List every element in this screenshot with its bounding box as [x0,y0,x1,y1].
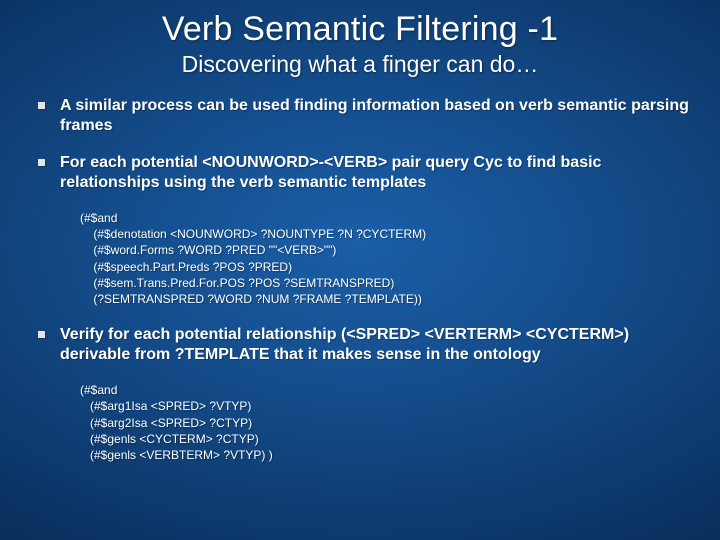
bullet-list: A similar process can be used finding in… [30,96,690,192]
slide-subtitle: Discovering what a finger can do… [20,51,700,78]
slide: Verb Semantic Filtering -1 Discovering w… [0,0,720,540]
bullet-item: For each potential <NOUNWORD>-<VERB> pai… [30,153,690,192]
bullet-item: A similar process can be used finding in… [30,96,690,135]
bullet-item: Verify for each potential relationship (… [30,325,690,364]
slide-title: Verb Semantic Filtering -1 [20,10,700,49]
slide-body: A similar process can be used finding in… [20,96,700,463]
code-block: (#$and (#$arg1Isa <SPRED> ?VTYP) (#$arg2… [30,382,690,463]
bullet-list: Verify for each potential relationship (… [30,325,690,364]
code-block: (#$and (#$denotation <NOUNWORD> ?NOUNTYP… [30,210,690,307]
